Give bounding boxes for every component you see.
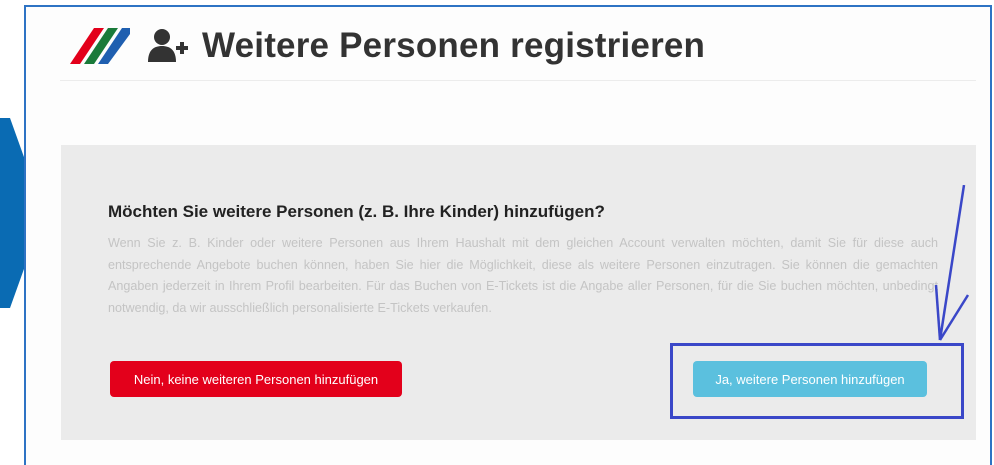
annotation-highlight-box [670, 343, 964, 419]
panel-question: Möchten Sie weitere Personen (z. B. Ihre… [108, 202, 605, 221]
user-plus-icon [148, 29, 188, 62]
no-add-persons-button[interactable]: Nein, keine weiteren Personen hinzufügen [110, 361, 402, 397]
panel-description: Wenn Sie z. B. Kinder oder weitere Perso… [108, 236, 938, 315]
page-header: Weitere Personen registrieren [70, 16, 970, 76]
page-title: Weitere Personen registrieren [202, 26, 706, 65]
brand-logo-icon [70, 28, 130, 64]
annotation-arrow-icon [934, 185, 970, 341]
header-divider [60, 80, 976, 81]
